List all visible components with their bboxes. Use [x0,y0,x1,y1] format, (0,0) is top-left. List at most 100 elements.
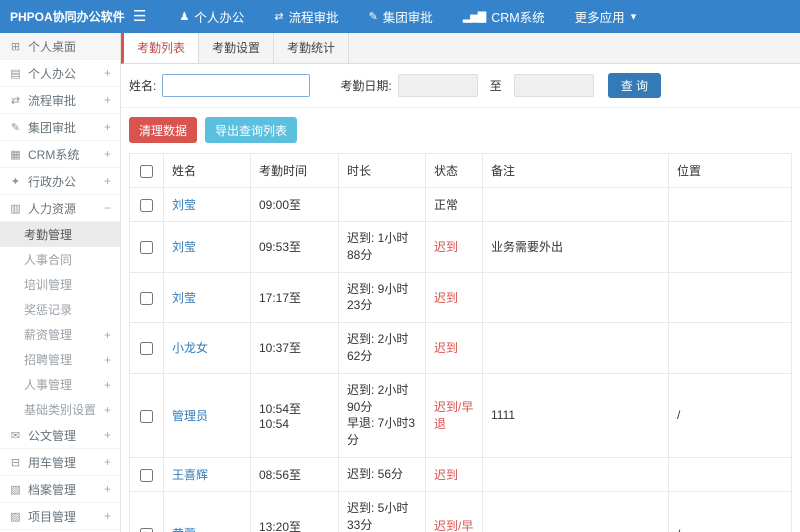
row-checkbox-cell [129,271,164,324]
status-badge: 正常 [434,198,459,212]
attendance-name-link[interactable]: 刘莹 [172,198,196,212]
sidebar-item-label: CRM系统 [28,147,80,162]
sidebar-item-process-approval[interactable]: ⇄ 流程审批 + [0,87,120,114]
location-cell: / [668,490,792,532]
sidebar-item-project-management[interactable]: ▨ 项目管理 + [0,503,120,530]
note-cell [482,490,669,532]
note-cell: 业务需要外出 [482,221,669,273]
expand-icon: + [103,174,111,188]
attendance-name-link[interactable]: 小龙女 [172,341,208,355]
column-header: 备注 [482,153,669,188]
duration-cell: 迟到: 56分 [338,456,426,492]
duration-cell [338,187,426,222]
row-checkbox-cell [129,490,164,532]
sidebar-item-label: 人力资源 [28,201,77,216]
sidebar-item-label: 招聘管理 [24,353,73,367]
topnav-item-process-approval[interactable]: ⇄ 流程审批 [259,0,353,33]
sidebar-item-document-management[interactable]: ✉ 公文管理 + [0,422,120,449]
topnav-item-personal-office[interactable]: ♟ 个人办公 [164,0,259,33]
sidebar-item-recruitment-management[interactable]: 招聘管理 + [0,347,120,372]
sidebar-item-archive-management[interactable]: ▧ 档案管理 + [0,476,120,503]
expand-icon: + [103,428,111,442]
table-body: 刘莹 09:00至 正常 刘莹 09:53至 迟到: 1小时88分 迟到 业务需要外出 刘莹 17… [129,187,792,532]
sidebar-item-label: 档案管理 [28,482,77,497]
column-header: 姓名 [163,153,251,188]
process-icon: ⇄ [10,94,21,107]
hamburger-icon[interactable]: ☰ [121,0,164,33]
topnav-item-group-approval[interactable]: ✎ 集团审批 [354,0,448,33]
date-filter-label: 考勤日期: [340,79,392,93]
status-cell: 迟到 [425,322,483,374]
clean-data-button[interactable]: 清理数据 [129,117,198,143]
table-row: 王喜辉 08:56至 迟到: 56分 迟到 [129,456,792,492]
sidebar-item-reward-punishment[interactable]: 奖惩记录 [0,297,120,322]
status-badge: 迟到 [434,467,459,482]
doc-icon: ✉ [10,429,21,442]
row-checkbox-cell [129,221,164,273]
time-cell: 08:56至 [250,456,339,492]
sidebar-item-personal-office[interactable]: ▤ 个人办公 + [0,60,120,87]
sidebar-item-salary-management[interactable]: 薪资管理 + [0,322,120,347]
sidebar-item-human-resources[interactable]: ▥ 人力资源 − [0,195,120,222]
sidebar-item-personnel-management[interactable]: 人事管理 + [0,372,120,397]
attendance-name-link[interactable]: 管理员 [172,409,208,423]
sidebar-item-label: 个人桌面 [28,39,77,54]
row-checkbox-cell [129,187,164,222]
topnav-item-crm-system[interactable]: ▂▅▇ CRM系统 [448,0,560,33]
duration-cell: 迟到: 2小时90分 早退: 7小时3分 [338,372,426,458]
topnav-menu: ♟ 个人办公 ⇄ 流程审批 ✎ 集团审批 ▂▅▇ CRM系统 更多应用 ▾ [164,0,650,33]
sidebar-item-crm-system[interactable]: ▦ CRM系统 + [0,141,120,168]
name-cell: 刘莹 [163,187,251,222]
topnav-item-label: 流程审批 [288,11,339,25]
location-cell [668,322,792,374]
location-cell: / [668,372,792,458]
expand-icon: + [103,120,111,134]
date-from-input[interactable] [397,74,478,97]
row-checkbox[interactable] [140,342,153,356]
attendance-name-link[interactable]: 黄蓉 [172,527,196,532]
row-checkbox[interactable] [140,198,153,212]
row-checkbox[interactable] [140,240,153,254]
time-cell: 09:53至 [250,221,339,273]
name-filter-input[interactable] [162,74,311,97]
export-list-button[interactable]: 导出查询列表 [205,117,298,143]
sidebar-item-admin-office[interactable]: ✦ 行政办公 + [0,168,120,195]
attendance-name-link[interactable]: 刘莹 [172,291,196,305]
date-to-input[interactable] [513,74,594,97]
sidebar-item-training-management[interactable]: 培训管理 [0,272,120,297]
tab-attendance-settings[interactable]: 考勤设置 [199,33,275,63]
name-cell: 王喜辉 [163,456,251,492]
main-content: 考勤列表 考勤设置 考勤统计 姓名: 考勤日期: 至 查 询 清理数据 导出查询… [121,33,800,532]
tab-attendance-stats[interactable]: 考勤统计 [274,33,350,63]
sidebar-item-base-category-settings[interactable]: 基础类别设置 + [0,397,120,422]
attendance-name-link[interactable]: 刘莹 [172,240,196,254]
expand-icon: + [103,455,111,469]
row-checkbox[interactable] [140,291,153,305]
action-bar: 清理数据 导出查询列表 [121,108,800,153]
group-icon: ✎ [10,121,21,134]
select-all-checkbox[interactable] [140,164,153,178]
duration-cell: 迟到: 5小时33分 早退: 4小时67分 [338,490,426,532]
sidebar-item-label: 人事合同 [24,253,73,267]
column-header: 考勤时间 [250,153,339,188]
row-checkbox-cell [129,322,164,374]
row-checkbox[interactable] [140,468,153,482]
sidebar-item-group-approval[interactable]: ✎ 集团审批 + [0,114,120,141]
time-cell: 17:17至 [250,271,339,324]
sidebar-item-vehicle-management[interactable]: ⊟ 用车管理 + [0,449,120,476]
location-cell [668,187,792,222]
row-checkbox[interactable] [140,409,153,423]
sidebar-item-label: 项目管理 [28,509,77,524]
flow-icon: ⇄ [274,11,283,23]
row-checkbox[interactable] [140,527,153,532]
sidebar-item-label: 流程审批 [28,93,77,108]
query-button[interactable]: 查 询 [607,73,662,98]
sidebar-item-label: 培训管理 [24,278,73,292]
sidebar-item-personnel-contract[interactable]: 人事合同 [0,247,120,272]
sidebar-item-personal-desktop[interactable]: ⊞ 个人桌面 [0,33,120,60]
tab-attendance-list[interactable]: 考勤列表 [124,33,200,63]
sidebar-item-attendance-management[interactable]: 考勤管理 [0,222,120,247]
attendance-name-link[interactable]: 王喜辉 [172,468,208,482]
topnav-item-more-apps[interactable]: 更多应用 ▾ [560,0,651,33]
status-cell: 迟到 [425,221,483,273]
